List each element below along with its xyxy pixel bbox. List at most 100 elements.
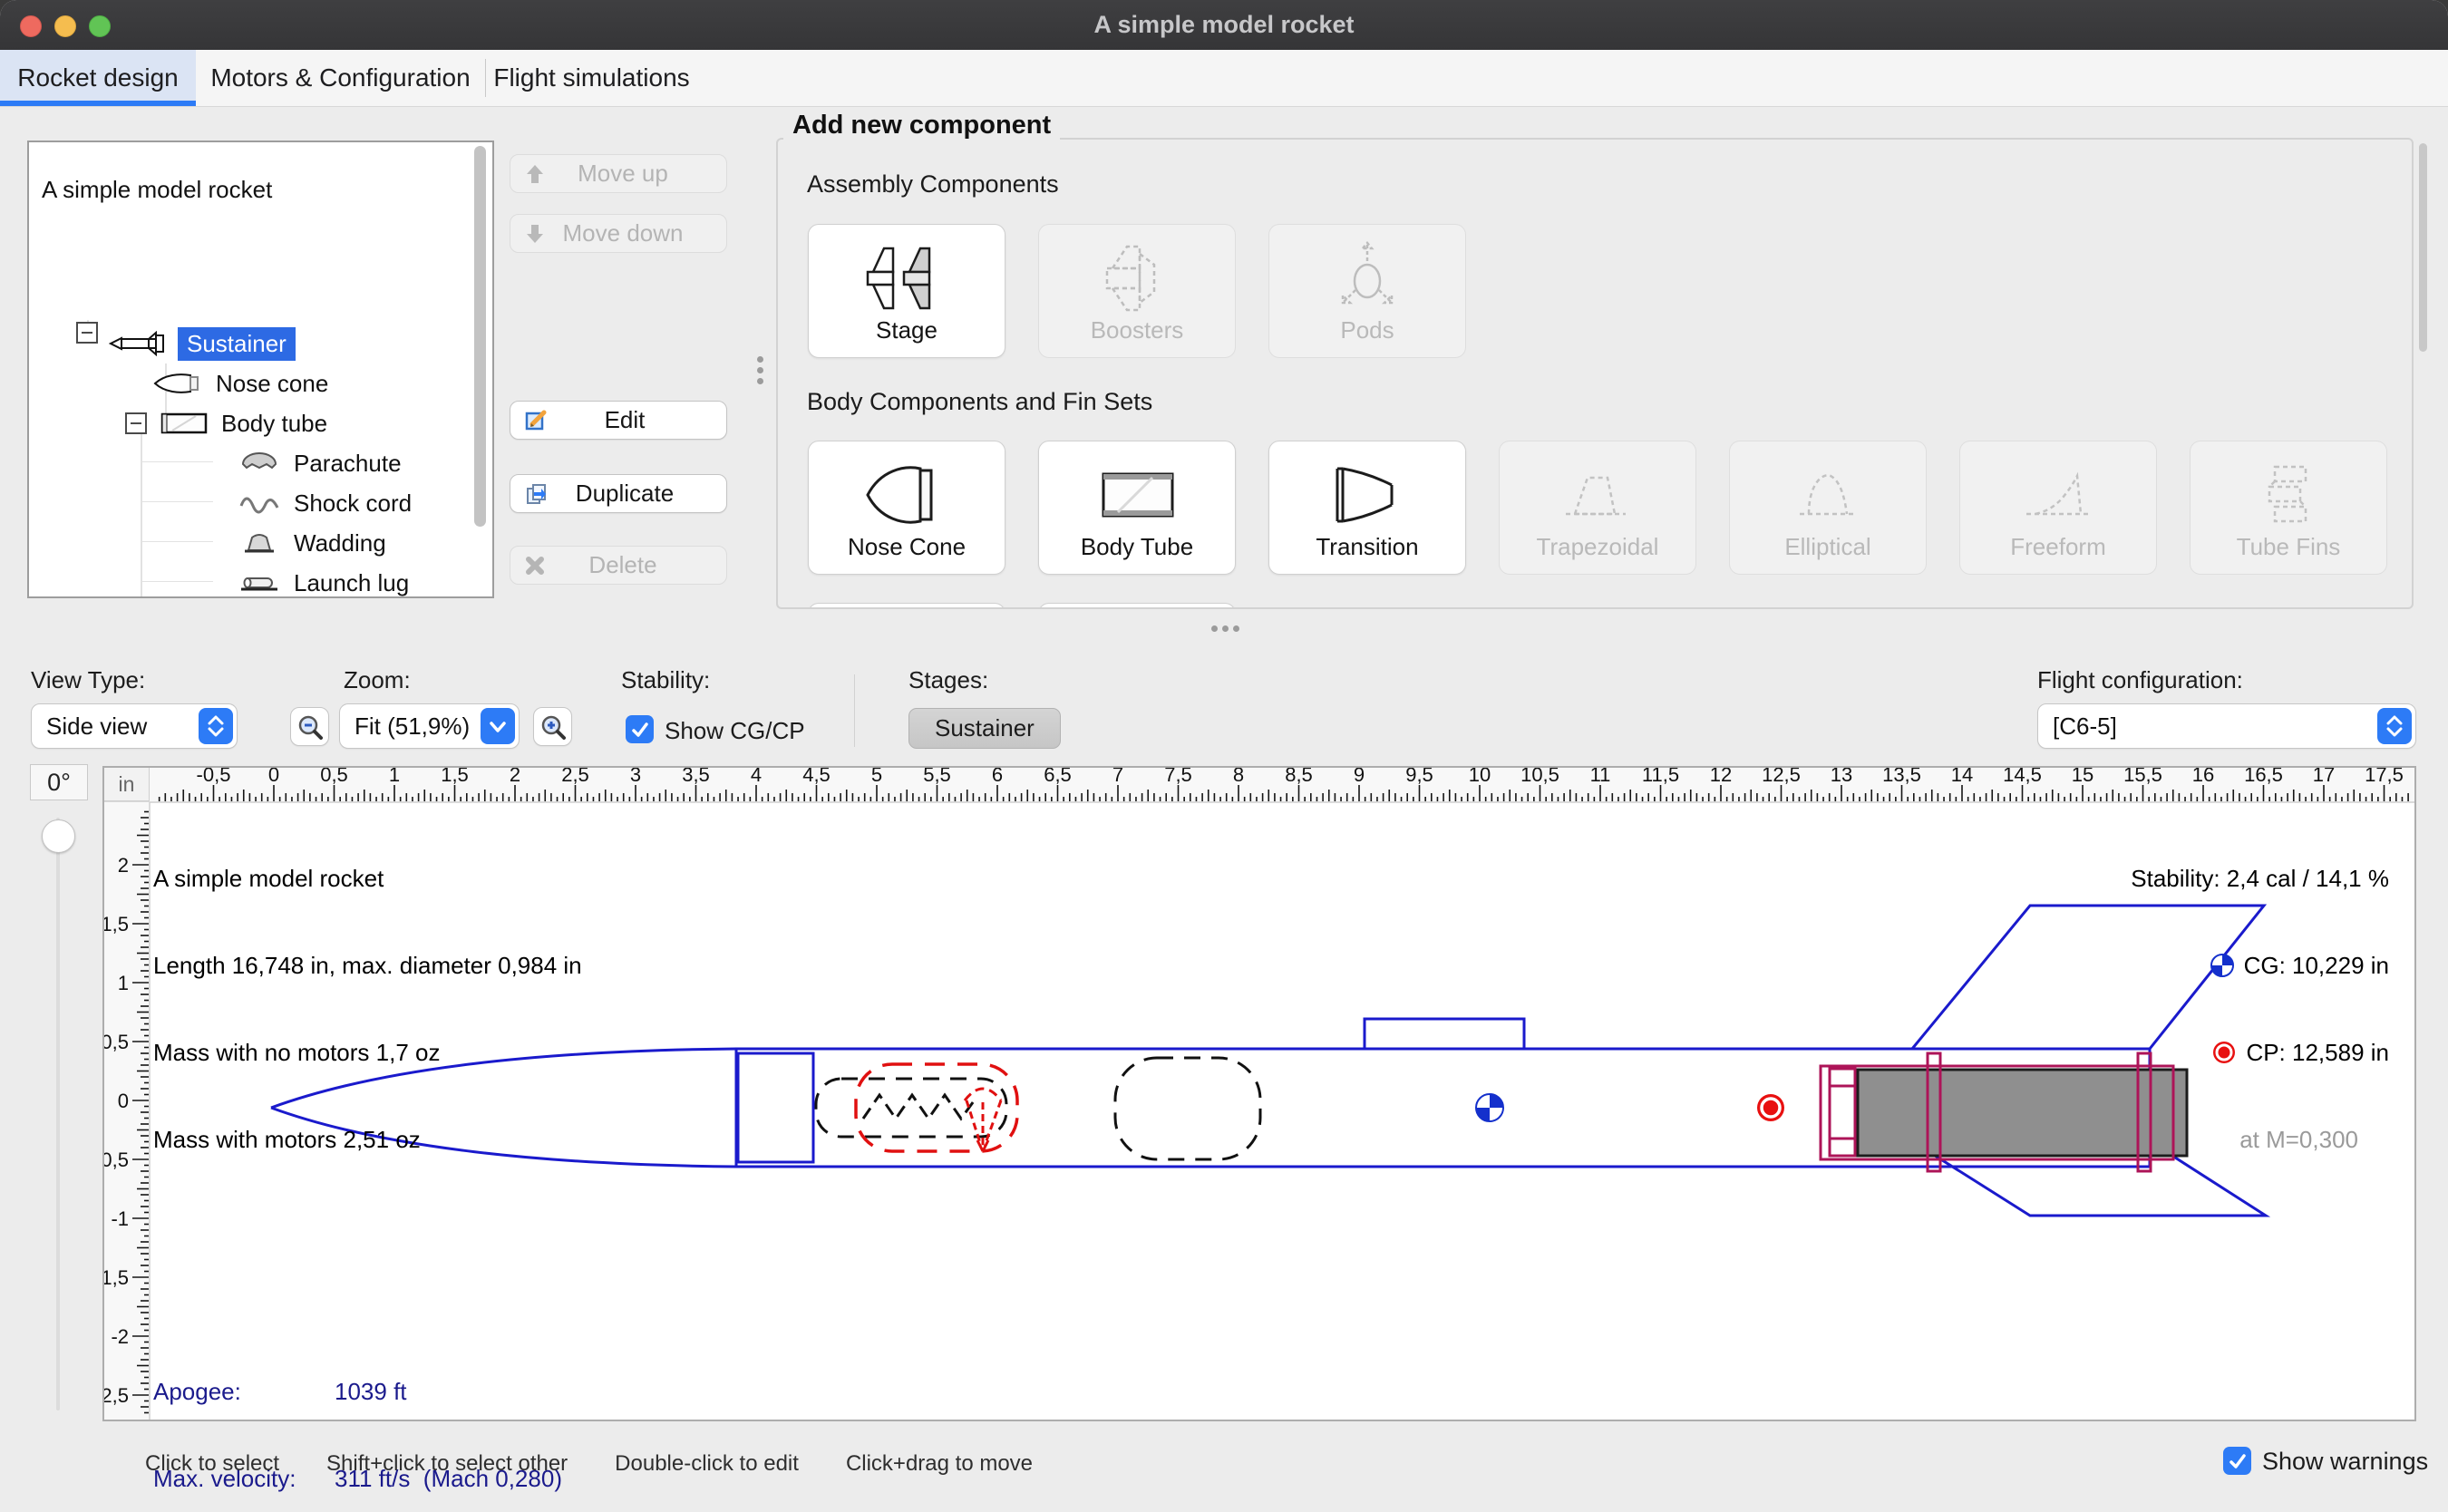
add-tube-fins-button[interactable]: Tube Fins xyxy=(2190,441,2387,575)
engine-block xyxy=(1830,1069,1855,1156)
rocket-view-panel[interactable]: -0,500,511,522,533,544,555,566,577,588,5… xyxy=(102,766,2416,1421)
arrow-up-icon xyxy=(525,164,545,184)
svg-text:5,5: 5,5 xyxy=(923,768,951,786)
edit-button[interactable]: Edit xyxy=(510,401,727,440)
elliptical-fin-icon xyxy=(1778,458,1878,532)
svg-text:10: 10 xyxy=(1469,768,1491,786)
show-cgcp-checkbox[interactable] xyxy=(626,715,654,743)
add-transition-button[interactable]: Transition xyxy=(1268,441,1466,575)
tree-item-label: Launch lug xyxy=(294,569,409,597)
tab-flight-simulations[interactable]: Flight simulations xyxy=(485,50,698,106)
add-body-tube-button[interactable]: Body Tube xyxy=(1038,441,1236,575)
zoom-label: Zoom: xyxy=(344,666,411,694)
zoom-out-button[interactable] xyxy=(290,707,329,746)
pods-icon xyxy=(1317,241,1417,315)
chevron-up-down-icon xyxy=(199,708,233,744)
add-freeform-fin-button[interactable]: Freeform xyxy=(1959,441,2157,575)
svg-text:15: 15 xyxy=(2072,768,2093,786)
stage-icon xyxy=(857,241,957,315)
flight-stats-block: Apogee:1039 ft Max. velocity:311 ft/s (M… xyxy=(153,1319,562,1512)
svg-text:17,5: 17,5 xyxy=(2365,768,2404,786)
body-tube-icon xyxy=(160,412,210,435)
stability-line: Stability: 2,4 cal / 14,1 % xyxy=(2131,864,2389,893)
add-component-panel: Add new component Assembly Components St… xyxy=(776,138,2414,609)
app-window: A simple model rocket Rocket design Moto… xyxy=(0,0,2448,1512)
svg-text:8,5: 8,5 xyxy=(1285,768,1313,786)
body-tube-icon xyxy=(1087,458,1187,532)
svg-text:9,5: 9,5 xyxy=(1405,768,1433,786)
tree-item-label: Shock cord xyxy=(294,489,412,518)
add-component-title: Add new component xyxy=(783,111,1060,141)
cg-marker xyxy=(1476,1094,1503,1121)
nose-shoulder xyxy=(738,1053,813,1162)
add-trapezoidal-fin-button[interactable]: Trapezoidal xyxy=(1499,441,1696,575)
expand-toggle-body-tube[interactable] xyxy=(125,412,147,434)
add-component-scrollbar[interactable] xyxy=(2419,143,2427,352)
partial-card[interactable] xyxy=(808,603,1005,607)
rotation-slider-knob[interactable] xyxy=(42,819,75,853)
add-pods-button[interactable]: Pods xyxy=(1268,224,1466,358)
svg-text:0,5: 0,5 xyxy=(320,768,348,786)
boosters-icon xyxy=(1087,241,1187,315)
rotation-slider-track[interactable] xyxy=(56,818,60,1410)
wadding-icon xyxy=(238,531,283,555)
add-nose-cone-button[interactable]: Nose Cone xyxy=(808,441,1005,575)
svg-text:17: 17 xyxy=(2313,768,2335,786)
shock-cord-icon xyxy=(238,491,283,515)
tab-rocket-design[interactable]: Rocket design xyxy=(0,50,196,106)
vertical-splitter-handle[interactable] xyxy=(757,356,763,384)
tree-row-shock-cord[interactable]: Shock cord xyxy=(238,483,412,523)
svg-text:15,5: 15,5 xyxy=(2123,768,2162,786)
tree-row-parachute[interactable]: Parachute xyxy=(238,443,402,483)
tree-row-launch-lug[interactable]: Launch lug xyxy=(238,563,409,598)
zoom-select[interactable]: Fit (51,9%) xyxy=(339,703,520,749)
horizontal-splitter-handle[interactable] xyxy=(1211,625,1239,632)
section-assembly-components: Assembly Components xyxy=(807,170,1059,199)
main-tab-bar: Rocket design Motors & Configuration Fli… xyxy=(0,50,2448,107)
svg-text:1,5: 1,5 xyxy=(104,913,129,935)
checkmark-icon xyxy=(2228,1451,2248,1471)
svg-text:1: 1 xyxy=(118,972,129,994)
move-down-button[interactable]: Move down xyxy=(510,214,727,253)
duplicate-button[interactable]: Duplicate xyxy=(510,474,727,513)
tree-item-label: Parachute xyxy=(294,450,402,478)
chevron-down-icon xyxy=(481,708,515,744)
stage-icon xyxy=(109,331,167,356)
svg-text:7: 7 xyxy=(1112,768,1123,786)
delete-button[interactable]: Delete xyxy=(510,546,727,585)
svg-text:2: 2 xyxy=(510,768,520,786)
svg-text:1: 1 xyxy=(389,768,400,786)
zoom-in-button[interactable] xyxy=(533,707,572,746)
svg-text:16: 16 xyxy=(2192,768,2214,786)
tree-row-nose-cone[interactable]: Nose cone xyxy=(152,363,328,403)
add-boosters-button[interactable]: Boosters xyxy=(1038,224,1236,358)
stage-toggle-sustainer[interactable]: Sustainer xyxy=(908,708,1061,749)
tree-row-root[interactable]: A simple model rocket xyxy=(42,170,272,209)
tree-row-body-tube[interactable]: Body tube xyxy=(160,403,327,443)
svg-text:12: 12 xyxy=(1710,768,1732,786)
svg-text:7,5: 7,5 xyxy=(1164,768,1192,786)
toolbar-separator xyxy=(854,674,855,747)
add-elliptical-fin-button[interactable]: Elliptical xyxy=(1729,441,1927,575)
rotation-angle-display: 0° xyxy=(30,764,88,800)
svg-text:11,5: 11,5 xyxy=(1642,768,1679,786)
tree-scrollbar[interactable] xyxy=(474,146,486,527)
svg-text:-1: -1 xyxy=(111,1207,129,1230)
move-up-button[interactable]: Move up xyxy=(510,154,727,193)
component-tree[interactable]: A simple model rocket Sustainer Nose con… xyxy=(27,141,494,598)
svg-text:3: 3 xyxy=(630,768,641,786)
tab-motors-configuration[interactable]: Motors & Configuration xyxy=(196,50,485,106)
add-stage-button[interactable]: Stage xyxy=(808,224,1005,358)
view-type-select[interactable]: Side view xyxy=(31,703,238,749)
tree-root-label: A simple model rocket xyxy=(42,176,272,204)
tree-row-wadding[interactable]: Wadding xyxy=(238,523,386,563)
expand-toggle-sustainer[interactable] xyxy=(76,322,98,344)
statusbar-hints: Click to select Shift+click to select ot… xyxy=(145,1451,1033,1477)
show-warnings-checkbox[interactable] xyxy=(2223,1447,2251,1475)
tree-row-sustainer[interactable]: Sustainer xyxy=(109,324,296,363)
partial-card[interactable] xyxy=(1038,603,1236,607)
window-title: A simple model rocket xyxy=(0,11,2448,39)
svg-text:11: 11 xyxy=(1590,768,1611,786)
flight-config-select[interactable]: [C6-5] xyxy=(2037,703,2416,749)
tube-fins-icon xyxy=(2239,458,2338,532)
